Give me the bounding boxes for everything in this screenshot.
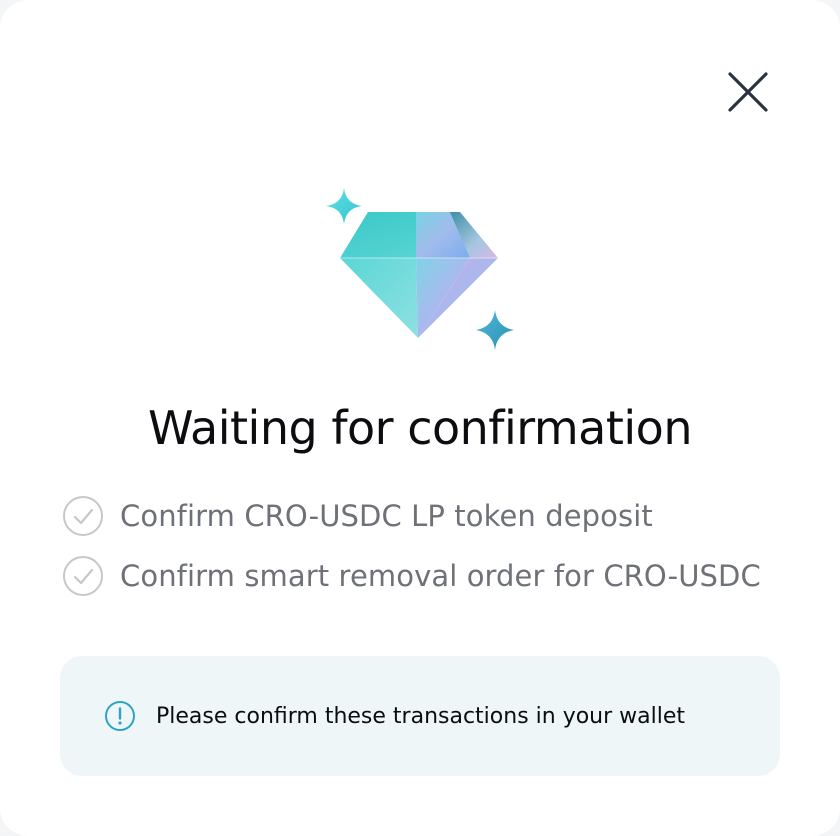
step-list: Confirm CRO-USDC LP token deposit Confir… bbox=[62, 486, 761, 606]
wallet-notice: Please confirm these transactions in you… bbox=[60, 656, 780, 776]
diamond-illustration bbox=[320, 180, 520, 360]
diamond-icon bbox=[326, 188, 514, 350]
step-item: Confirm CRO-USDC LP token deposit bbox=[62, 486, 761, 546]
info-icon bbox=[105, 701, 135, 731]
confirmation-dialog: Waiting for confirmation Confirm CRO-USD… bbox=[0, 0, 840, 836]
close-button[interactable] bbox=[720, 64, 776, 120]
check-circle-icon bbox=[63, 556, 103, 596]
close-icon bbox=[728, 72, 768, 112]
step-label: Confirm CRO-USDC LP token deposit bbox=[120, 499, 653, 533]
step-label: Confirm smart removal order for CRO-USDC bbox=[120, 559, 761, 593]
check-circle-icon bbox=[63, 496, 103, 536]
notice-text: Please confirm these transactions in you… bbox=[156, 703, 686, 729]
dialog-title: Waiting for confirmation bbox=[148, 401, 692, 455]
step-item: Confirm smart removal order for CRO-USDC bbox=[62, 546, 761, 606]
